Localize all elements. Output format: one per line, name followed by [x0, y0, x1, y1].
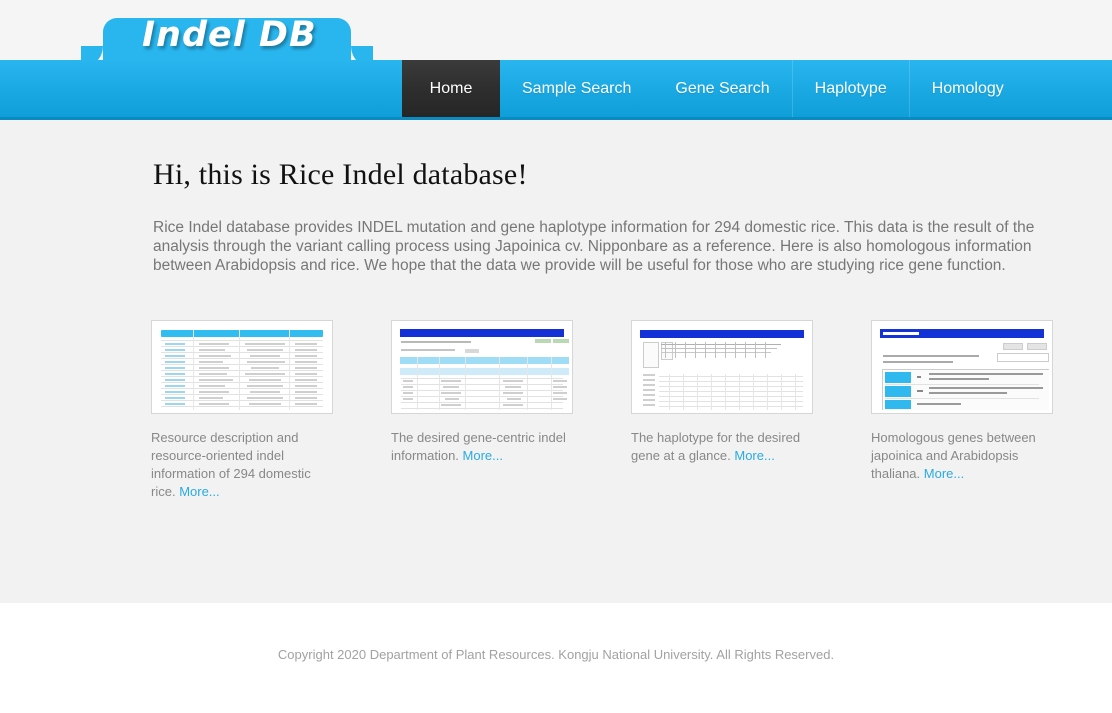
more-link[interactable]: More... — [463, 448, 503, 463]
homology-result-thumbnail — [875, 324, 1049, 410]
thumbnail-frame[interactable] — [151, 320, 333, 414]
site-logo[interactable]: Indel DB — [142, 18, 317, 53]
feature-card-caption: Resource description and resource-orient… — [151, 429, 333, 501]
more-link[interactable]: More... — [734, 448, 774, 463]
page-root: Indel DB Home Sample Search Gene Search … — [0, 0, 1112, 713]
thumbnail-frame[interactable] — [391, 320, 573, 414]
page-title: Hi, this is Rice Indel database! — [153, 158, 528, 191]
main-navigation-bar: Home Sample Search Gene Search Haplotype… — [0, 60, 1112, 120]
more-link[interactable]: More... — [924, 466, 964, 481]
nav-item-haplotype[interactable]: Haplotype — [791, 60, 909, 117]
page-footer: Copyright 2020 Department of Plant Resou… — [0, 603, 1112, 713]
nav-item-homology-label: Homology — [931, 79, 1004, 97]
haplotype-matrix-thumbnail — [635, 324, 809, 410]
nav-item-gene-search[interactable]: Gene Search — [653, 60, 791, 117]
feature-card-gene-search: The desired gene-centric indel informati… — [391, 320, 573, 501]
more-link[interactable]: More... — [179, 484, 219, 499]
thumbnail-frame[interactable] — [871, 320, 1053, 414]
feature-card-haplotype: The haplotype for the desired gene at a … — [631, 320, 813, 501]
nav-item-homology[interactable]: Homology — [908, 60, 1026, 117]
nav-item-gene-search-label: Gene Search — [675, 79, 770, 97]
nav-item-sample-search[interactable]: Sample Search — [500, 60, 653, 117]
sample-table-thumbnail — [155, 324, 329, 410]
gene-search-table-thumbnail — [395, 324, 569, 410]
feature-card-caption-text: Resource description and resource-orient… — [151, 430, 311, 499]
nav-item-haplotype-label: Haplotype — [814, 79, 887, 97]
nav-item-list: Home Sample Search Gene Search Haplotype… — [402, 60, 1026, 117]
feature-card-caption: The haplotype for the desired gene at a … — [631, 429, 813, 465]
intro-paragraph: Rice Indel database provides INDEL mutat… — [153, 219, 1035, 274]
feature-card-homology: Homologous genes between japoinica and A… — [871, 320, 1053, 501]
content-inner: Hi, this is Rice Indel database! Rice In… — [61, 123, 1053, 499]
copyright-text: Copyright 2020 Department of Plant Resou… — [277, 647, 835, 662]
feature-card-caption: Homologous genes between japoinica and A… — [871, 429, 1053, 483]
feature-card-list: Resource description and resource-orient… — [151, 320, 1053, 501]
main-content: Hi, this is Rice Indel database! Rice In… — [0, 123, 1112, 603]
nav-item-sample-search-label: Sample Search — [522, 79, 632, 97]
nav-item-home-label: Home — [429, 79, 473, 97]
nav-item-home[interactable]: Home — [402, 60, 500, 117]
feature-card-sample: Resource description and resource-orient… — [151, 320, 333, 501]
thumbnail-frame[interactable] — [631, 320, 813, 414]
feature-card-caption: The desired gene-centric indel informati… — [391, 429, 573, 465]
